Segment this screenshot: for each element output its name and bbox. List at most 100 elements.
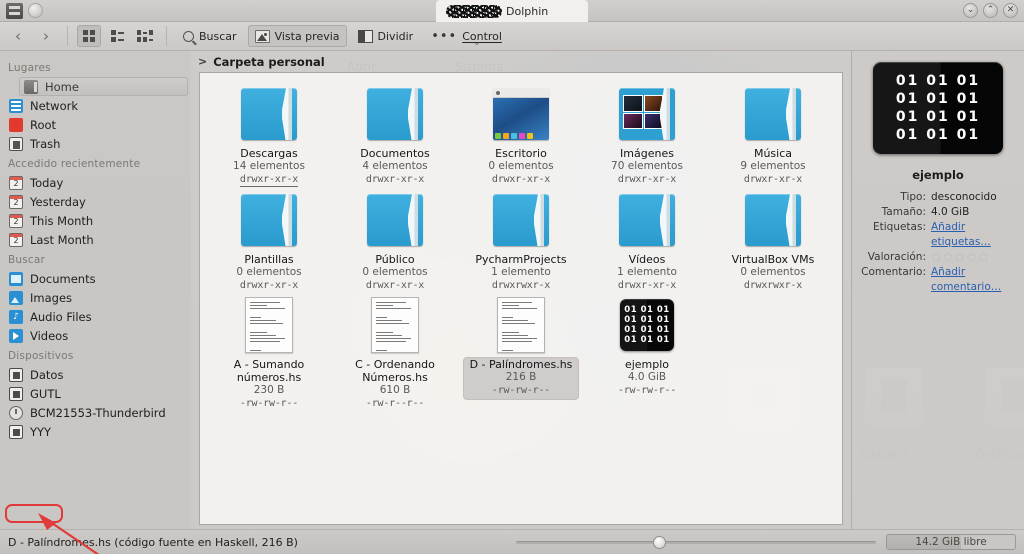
annotation-highlight-box — [5, 504, 63, 523]
free-space-indicator[interactable]: 14.2 GiB libre — [886, 534, 1016, 550]
sidebar-item-today[interactable]: 2 Today — [0, 173, 191, 192]
view-mode-compact-button[interactable] — [133, 25, 157, 47]
file-item[interactable]: Descargas 14 elementos drwxr-xr-x — [206, 85, 332, 187]
preview-binary-row: 01 01 01 — [895, 91, 981, 107]
trash-icon — [9, 136, 23, 151]
video-icon — [9, 328, 23, 343]
file-size-or-count: 0 elementos — [362, 266, 428, 278]
star-icon[interactable]: ★ — [931, 250, 942, 265]
file-name: Música — [753, 147, 793, 160]
rating-stars[interactable]: ★ ★ ★ ★ ★ — [931, 250, 989, 265]
source-code-file-icon — [371, 297, 419, 353]
sidebar-item-label: Root — [30, 117, 57, 132]
source-code-file-icon — [245, 297, 293, 353]
control-menu-button[interactable]: ••• Control — [424, 25, 509, 47]
sidebar-group-title: Dispositivos — [8, 350, 74, 362]
file-item[interactable]: D - Palíndromes.hs 216 B -rw-rw-r-- — [458, 296, 584, 410]
file-item[interactable]: Escritorio 0 elementos drwxr-xr-x — [458, 85, 584, 187]
sidebar-item-yyy[interactable]: YYY — [0, 422, 191, 441]
forward-button[interactable]: › — [34, 25, 58, 47]
sidebar-item-home[interactable]: Home — [19, 77, 188, 96]
view-mode-icons-button[interactable] — [77, 25, 101, 47]
file-permissions: drwxr-xr-x — [365, 280, 425, 291]
redacted-scribble — [446, 4, 502, 18]
file-item[interactable]: Público 0 elementos drwxr-xr-x — [332, 191, 458, 292]
maximize-button[interactable]: ⌃ — [983, 3, 998, 18]
file-size-or-count: 4 elementos — [362, 160, 428, 172]
info-value-link[interactable]: Añadir etiquetas… — [931, 220, 1017, 250]
breadcrumb-chevron-icon[interactable]: > — [198, 55, 207, 68]
sidebar-item-audio-files[interactable]: ♪ Audio Files — [0, 307, 191, 326]
sidebar-item-last-month[interactable]: 2 Last Month — [0, 230, 191, 249]
source-code-file-icon — [497, 297, 545, 353]
info-row: Tamaño: 4.0 GiB — [859, 205, 1017, 220]
free-space-label: 14.2 GiB libre — [915, 536, 987, 548]
file-item[interactable]: Imágenes 70 elementos drwxr-xr-x — [584, 85, 710, 187]
sidebar-item-network[interactable]: Network — [0, 96, 191, 115]
file-item[interactable]: Plantillas 0 elementos drwxr-xr-x — [206, 191, 332, 292]
split-view-button[interactable]: Dividir — [351, 25, 421, 47]
zoom-slider-knob[interactable] — [652, 536, 666, 549]
sidebar-item-datos[interactable]: Datos — [0, 365, 191, 384]
file-label-box: Escritorio 0 elementos drwxr-xr-x — [488, 147, 553, 186]
file-size-or-count: 1 elemento — [491, 266, 551, 278]
sidebar-item-trash[interactable]: Trash — [0, 134, 191, 153]
file-name: Vídeos — [628, 253, 666, 266]
view-mode-details-button[interactable] — [105, 25, 129, 47]
info-row: Comentario: Añadir comentario… — [859, 265, 1017, 295]
file-item[interactable]: A - Sumando números.hs 230 B -rw-rw-r-- — [206, 296, 332, 410]
zoom-slider-track[interactable] — [516, 541, 876, 544]
file-item[interactable]: Música 9 elementos drwxr-xr-x — [710, 85, 836, 187]
close-button[interactable]: ✕ — [1003, 3, 1018, 18]
sidebar-item-label: Last Month — [30, 232, 94, 247]
split-button-label: Dividir — [377, 29, 414, 43]
file-pane[interactable]: Descargas 14 elementos drwxr-xr-x Documento… — [199, 72, 843, 525]
file-item[interactable]: 01 01 01 01 01 01 01 01 01 01 01 01 ejemplo 4… — [584, 296, 710, 410]
sidebar-item-root[interactable]: Root — [0, 115, 191, 134]
device-icon — [9, 405, 23, 420]
sidebar-item-bcm21553-thunderbird[interactable]: BCM21553-Thunderbird — [0, 403, 191, 422]
sidebar-item-this-month[interactable]: 2 This Month — [0, 211, 191, 230]
folder-icon — [745, 88, 801, 140]
sidebar-item-videos[interactable]: Videos — [0, 326, 191, 345]
star-icon[interactable]: ★ — [955, 250, 966, 265]
sidebar-item-label: Images — [30, 290, 73, 305]
file-item[interactable]: PycharmProjects 1 elemento drwxrwxr-x — [458, 191, 584, 292]
sidebar-item-gutl[interactable]: GUTL — [0, 384, 191, 403]
toolbar-separator — [166, 26, 167, 46]
preview-toggle-button[interactable]: Vista previa — [247, 25, 347, 47]
star-icon[interactable]: ★ — [978, 250, 989, 265]
file-item[interactable]: VirtualBox VMs 0 elementos drwxrwxr-x — [710, 191, 836, 292]
file-permissions: drwxrwxr-x — [743, 280, 803, 291]
sidebar-item-images[interactable]: Images — [0, 288, 191, 307]
file-item[interactable]: Documentos 4 elementos drwxr-xr-x — [332, 85, 458, 187]
file-item[interactable]: C - Ordenando Números.hs 610 B -rw-r--r-- — [332, 296, 458, 410]
file-item[interactable]: Vídeos 1 elemento drwxr-xr-x — [584, 191, 710, 292]
minimize-button[interactable]: ⌄ — [963, 3, 978, 18]
application-menu-icon[interactable] — [6, 3, 23, 19]
chevron-down-icon[interactable]: ⌄ — [473, 38, 481, 48]
info-value-link[interactable]: Añadir comentario… — [931, 265, 1017, 295]
calendar-icon: 2 — [9, 194, 23, 209]
preview-binary-row: 01 01 01 — [895, 127, 981, 143]
sidebar-item-label: Audio Files — [30, 309, 92, 324]
info-key: Comentario: — [861, 266, 926, 278]
sidebar-item-yesterday[interactable]: 2 Yesterday — [0, 192, 191, 211]
window-tab-active[interactable]: Dolphin — [436, 0, 588, 22]
status-text: D - Palíndromes.hs (código fuente en Has… — [8, 535, 298, 549]
star-icon[interactable]: ★ — [943, 250, 954, 265]
file-label-box: Plantillas 0 elementos drwxr-xr-x — [236, 253, 301, 292]
file-name: Plantillas — [244, 253, 294, 266]
star-icon[interactable]: ★ — [966, 250, 977, 265]
breadcrumb[interactable]: > Carpeta personal — [191, 51, 851, 72]
search-button-label: Buscar — [199, 29, 237, 43]
binary-row: 01 01 01 — [624, 334, 670, 345]
sidebar-group-title: Accedido recientemente — [8, 158, 141, 170]
file-permissions: drwxr-xr-x — [365, 174, 425, 185]
file-permissions: -rw-r--r-- — [365, 398, 425, 409]
back-button[interactable]: ‹ — [6, 25, 30, 47]
file-name: Imágenes — [620, 147, 674, 160]
sidebar-item-documents[interactable]: Documents — [0, 269, 191, 288]
zoom-slider[interactable] — [516, 534, 876, 550]
search-button[interactable]: Buscar — [176, 25, 244, 47]
